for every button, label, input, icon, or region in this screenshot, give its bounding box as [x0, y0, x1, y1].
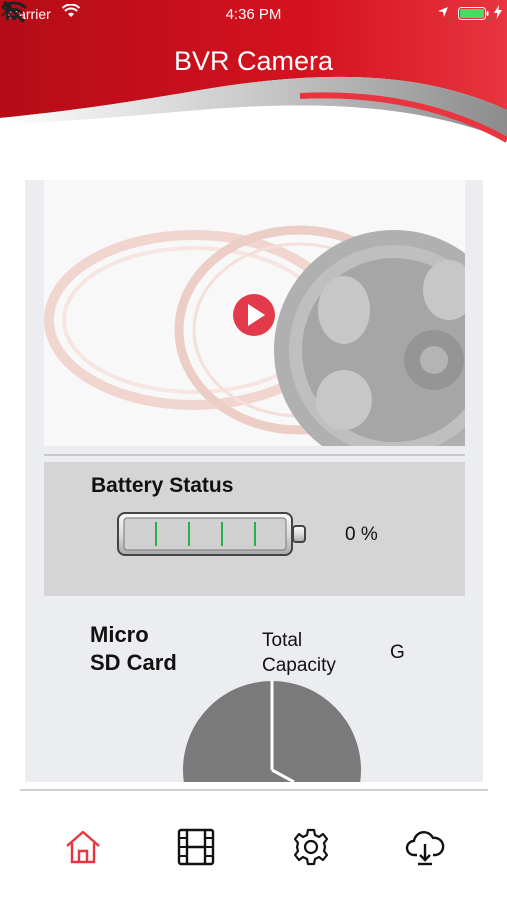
sd-card-title-line2: SD Card — [90, 650, 177, 675]
app-title: BVR Camera — [173, 46, 334, 76]
capacity-label: Total Capacity — [262, 628, 336, 678]
film-icon[interactable] — [176, 827, 216, 867]
capacity-label-line1: Total — [262, 630, 303, 651]
settings-icon[interactable] — [291, 827, 331, 867]
video-preview[interactable] — [44, 180, 465, 446]
battery-percent: 0 % — [345, 524, 378, 545]
tab-bar-divider — [20, 789, 488, 791]
wifi-off-icon[interactable] — [0, 0, 28, 24]
charging-bolt-icon — [494, 5, 502, 19]
play-icon[interactable] — [232, 293, 276, 337]
sd-card-title: Micro SD Card — [90, 621, 177, 677]
status-time: 4:36 PM — [225, 6, 282, 23]
battery-level-icon — [117, 512, 306, 556]
header: Carrier 4:36 PM BVR Camera — [0, 0, 507, 170]
storage-pie-chart — [183, 681, 361, 782]
location-arrow-icon — [438, 7, 448, 17]
capacity-label-line2: Capacity — [262, 655, 336, 676]
battery-title: Battery Status — [91, 474, 234, 497]
capacity-value: G — [390, 642, 405, 663]
status-bar: Carrier 4:36 PM — [0, 0, 507, 26]
battery-status-icon — [458, 7, 489, 20]
cloud-download-icon[interactable] — [405, 827, 445, 867]
home-icon[interactable] — [63, 827, 103, 867]
section-divider — [44, 454, 465, 456]
sd-card-title-line1: Micro — [90, 622, 149, 647]
